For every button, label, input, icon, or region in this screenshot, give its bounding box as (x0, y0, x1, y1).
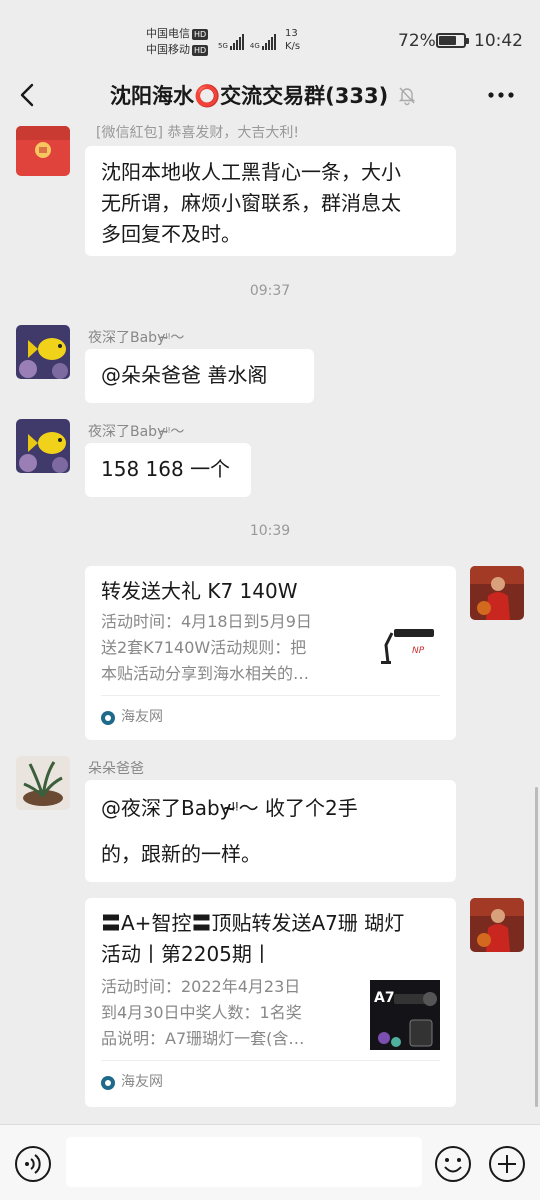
message-text: 无所谓，麻烦小窗联系，群消息太 (101, 191, 401, 215)
card-thumbnail: A7 (370, 980, 440, 1050)
card-description: 活动时间：2022年4月23日 到4月30日中奖人数：1名奖 品说明：A7珊瑚灯… (101, 977, 305, 1048)
card-title: 转发送大礼 K7 140W (101, 579, 298, 603)
message-text: 沈阳本地收人工黑背心一条，大小 (101, 160, 401, 184)
message-input[interactable] (66, 1137, 422, 1187)
link-card[interactable]: 〓A+智控〓顶贴转发送A7珊 瑚灯 活动丨第2205期丨 活动时间：2022年4… (85, 898, 456, 1107)
carrier-info: 中国电信 HD 中国移动 HD (146, 26, 209, 58)
bell-off-icon (398, 87, 416, 106)
carrier-1: 中国电信 (146, 27, 190, 40)
fish-avatar-icon (16, 325, 70, 379)
sender-name: 夜深了Babyᵎ̴̴̴̴ᵎ〜 (88, 330, 185, 346)
clock: 10:42 (474, 31, 523, 51)
message-text: 多回复不及时。 (101, 222, 241, 246)
battery-icon (436, 33, 469, 48)
message-text: 158 168 一个 (101, 457, 231, 481)
chat-title-wrap: 沈阳海水⭕交流交易群(333) (110, 80, 418, 110)
emoji-icon[interactable] (434, 1145, 472, 1183)
nav-bar: 沈阳海水⭕交流交易群(333) (0, 70, 540, 120)
self-avatar-icon (470, 566, 524, 620)
self-avatar-icon (470, 898, 524, 952)
card-thumbnail: NP (376, 615, 440, 679)
signal-4g-icon: 4G (250, 34, 276, 50)
scrollbar[interactable] (535, 787, 538, 1107)
source-icon (101, 710, 115, 725)
more-icon[interactable] (486, 83, 516, 107)
source-icon (101, 1075, 115, 1090)
red-packet-icon (16, 126, 70, 158)
wave-emoji: ᵎ̴̴̴̴ᵎ〜 (165, 424, 185, 440)
mention-text: @夜深了Baby (101, 796, 232, 820)
card-title: 〓A+智控〓顶贴转发送A7珊 瑚灯 活动丨第2205期丨 (101, 911, 405, 966)
battery-percent: 72% (398, 31, 436, 51)
avatar[interactable] (470, 898, 524, 952)
message-bubble[interactable]: @朵朵爸爸 善水阁 (85, 349, 314, 403)
message-text: 收了个2手 (258, 796, 358, 820)
plus-icon[interactable] (488, 1145, 526, 1183)
status-bar: 中国电信 HD 中国移动 HD 5G 4G 13 K/s 72% 10:42 (0, 0, 540, 70)
avatar[interactable] (470, 566, 524, 620)
wave-emoji: ᵎ̴̴̴̴ᵎ〜 (231, 796, 259, 820)
voice-icon[interactable] (14, 1145, 52, 1183)
card-source: 海友网 (101, 695, 440, 733)
message-bubble[interactable]: 158 168 一个 (85, 443, 251, 497)
fish-avatar-icon (16, 419, 70, 473)
card-description: 活动时间：4月18日到5月9日 送2套K7140W活动规则：把 本贴活动分享到海… (101, 612, 312, 683)
red-packet-label: [微信紅包] 恭喜发财，大吉大利! (96, 125, 299, 141)
chat-area[interactable]: [微信紅包] 恭喜发财，大吉大利! 沈阳本地收人工黑背心一条，大小 无所谓，麻烦… (0, 120, 540, 1124)
hd-badge: HD (192, 28, 209, 40)
network-speed: 13 K/s (285, 28, 301, 52)
svg-text:NP: NP (412, 646, 425, 656)
message-bubble[interactable]: 沈阳本地收人工黑背心一条，大小 无所谓，麻烦小窗联系，群消息太 多回复不及时。 (85, 146, 456, 256)
input-bar (0, 1124, 540, 1200)
chat-title: 沈阳海水⭕交流交易群(333) (110, 84, 389, 108)
wave-emoji: ᵎ̴̴̴̴ᵎ〜 (165, 330, 185, 346)
hd-badge: HD (192, 44, 209, 56)
sender-name: 朵朵爸爸 (88, 761, 144, 777)
link-card[interactable]: 转发送大礼 K7 140W 活动时间：4月18日到5月9日 送2套K7140W活… (85, 566, 456, 740)
card-source: 海友网 (101, 1060, 440, 1098)
timestamp: 09:37 (249, 283, 291, 299)
avatar[interactable] (16, 126, 70, 176)
chevron-left-icon[interactable] (14, 80, 44, 110)
sender-name: 夜深了Babyᵎ̴̴̴̴ᵎ〜 (88, 424, 185, 440)
message-text: @朵朵爸爸 善水阁 (101, 363, 268, 387)
plant-avatar-icon (16, 756, 70, 810)
signal-5g-icon: 5G (218, 34, 244, 50)
carrier-2: 中国移动 (146, 43, 190, 56)
signal-icons: 5G 4G (218, 30, 276, 50)
avatar[interactable] (16, 325, 70, 379)
avatar[interactable] (16, 419, 70, 473)
message-text: 的，跟新的一样。 (101, 842, 261, 866)
avatar[interactable] (16, 756, 70, 810)
message-bubble[interactable]: @夜深了Babyᵎ̴̴̴̴ᵎ〜 收了个2手 的，跟新的一样。 (85, 780, 456, 882)
timestamp: 10:39 (249, 523, 291, 539)
